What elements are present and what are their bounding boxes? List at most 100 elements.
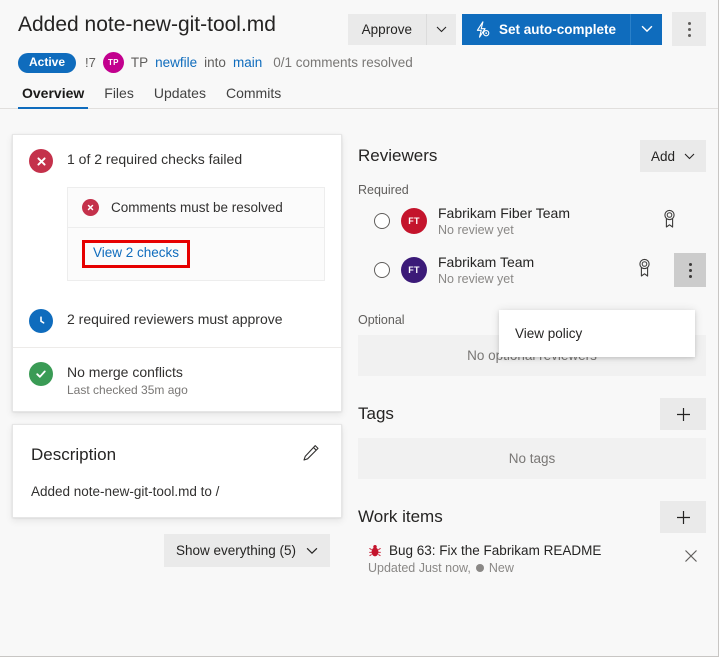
autocomplete-dropdown-button[interactable] [630,13,662,45]
add-tag-button[interactable] [660,398,706,430]
ribbon-badge-icon [661,209,678,233]
reviewers-title: Reviewers [358,146,438,165]
kebab-menu-icon [688,268,692,272]
approve-dropdown-button[interactable] [425,13,456,45]
add-reviewer-button[interactable]: Add [639,140,706,172]
scrollbar[interactable] [710,0,718,656]
reviewer-status: No review yet [438,223,514,237]
reviewer-select-radio[interactable] [374,262,390,278]
more-actions-button[interactable] [672,12,706,46]
show-everything-wrap: Show everything (5) [12,534,342,567]
merge-conflicts-label: No merge conflicts [67,364,183,380]
reviewer-status: No review yet [438,272,514,286]
error-circle-icon [82,199,99,216]
failed-check-item: Comments must be resolved [68,188,324,227]
kebab-menu-icon [687,27,691,31]
approve-split-button: Approve [347,13,456,45]
header-actions: Approve Set auto-complete [347,12,706,46]
reviewer-name: Fabrikam Fiber Team [438,205,571,221]
reviewer-context-menu: View policy [499,310,695,357]
tab-files[interactable]: Files [94,85,144,108]
into-label: into [204,55,226,70]
add-reviewer-label: Add [650,148,675,164]
show-everything-label: Show everything (5) [175,543,296,558]
context-menu-item-view-policy[interactable]: View policy [499,316,695,351]
kebab-menu-icon [687,21,691,25]
lightning-gear-icon [476,20,490,38]
chevron-down-icon [641,25,652,33]
avatar: FT [401,257,427,283]
reviewers-pending-label: 2 required reviewers must approve [67,311,283,327]
tab-bar: Overview Files Updates Commits [0,73,718,109]
status-badge: Active [18,52,77,73]
work-items-title: Work items [358,507,443,526]
reviewer-info: Fabrikam Team No review yet [438,254,534,286]
work-items-header: Work items [358,501,706,533]
pull-request-page: Added note-new-git-tool.md Approve Set a… [0,0,719,657]
work-item-subtitle: Updated Just now, New [368,561,672,575]
tab-updates[interactable]: Updates [144,85,216,108]
reviewer-more-actions-button[interactable] [674,253,706,287]
chevron-down-icon [684,153,695,159]
tags-title: Tags [358,404,394,423]
work-item-row[interactable]: Bug 63: Fix the Fabrikam README Updated … [358,533,706,585]
show-everything-button[interactable]: Show everything (5) [163,534,330,567]
pr-number: !7 [85,55,96,70]
page-body: 1 of 2 required checks failed Comments m… [0,124,718,656]
work-item-title-row: Bug 63: Fix the Fabrikam README [368,543,672,558]
reviewers-header: Reviewers Add [358,140,706,172]
pr-meta-row: Active !7 TP TP newfile into main 0/1 co… [0,46,718,73]
description-header: Description [31,441,323,468]
work-item-title: Bug 63: Fix the Fabrikam README [389,543,602,558]
close-icon [685,550,697,562]
merge-conflicts-row: No merge conflicts Last checked 35m ago [13,347,341,411]
chevron-down-icon [306,547,318,554]
description-title: Description [31,444,117,464]
reviewer-row[interactable]: FT Fabrikam Team No review yet [358,245,706,295]
set-auto-complete-button[interactable]: Set auto-complete [461,13,630,45]
pencil-icon [303,445,319,461]
avatar: TP [102,52,124,73]
description-card: Description Added note-new-git-tool.md t… [12,424,342,518]
kebab-menu-icon [688,274,692,278]
checks-card: 1 of 2 required checks failed Comments m… [12,134,342,412]
remove-work-item-button[interactable] [680,545,702,570]
tags-header: Tags [358,398,706,430]
approve-button[interactable]: Approve [347,13,426,45]
view-checks-footer: View 2 checks [68,227,324,280]
merge-conflicts-sub: Last checked 35m ago [67,383,188,397]
reviewer-name: Fabrikam Team [438,254,535,270]
plus-icon [676,510,690,524]
bug-icon [369,544,381,556]
comments-resolved-status: 0/1 comments resolved [273,55,413,70]
target-branch-link[interactable]: main [233,55,262,70]
left-column: 1 of 2 required checks failed Comments m… [12,134,342,656]
edit-description-button[interactable] [299,441,323,468]
ribbon-badge-icon [636,258,653,282]
autocomplete-split-button: Set auto-complete [461,13,662,45]
kebab-menu-icon [687,33,691,37]
source-branch-link[interactable]: newfile [155,55,197,70]
failed-check-panel: Comments must be resolved View 2 checks [67,187,325,281]
view-checks-highlight: View 2 checks [82,240,191,268]
work-item-state: New [488,561,514,575]
tab-commits[interactable]: Commits [216,85,291,108]
plus-icon [676,407,690,421]
state-dot-icon [475,564,484,572]
reviewer-info: Fabrikam Fiber Team No review yet [438,205,570,237]
error-circle-icon [29,149,53,173]
checks-failed-label: 1 of 2 required checks failed [67,151,243,167]
right-column: Reviewers Add Required FT Fabrikam Fiber… [358,134,706,656]
page-title: Added note-new-git-tool.md [18,13,276,36]
reviewer-select-radio[interactable] [374,213,390,229]
tags-empty: No tags [358,438,706,479]
view-checks-link[interactable]: View 2 checks [93,245,179,260]
tab-overview[interactable]: Overview [12,85,94,109]
reviewers-pending-row: 2 required reviewers must approve [13,295,341,347]
reviewer-row[interactable]: FT Fabrikam Fiber Team No review yet [358,197,706,245]
required-reviewers-label: Required [358,183,409,197]
merge-conflicts-block: No merge conflicts Last checked 35m ago [67,362,188,397]
description-body: Added note-new-git-tool.md to / [31,484,220,499]
add-work-item-button[interactable] [660,501,706,533]
set-auto-complete-label: Set auto-complete [498,21,616,37]
